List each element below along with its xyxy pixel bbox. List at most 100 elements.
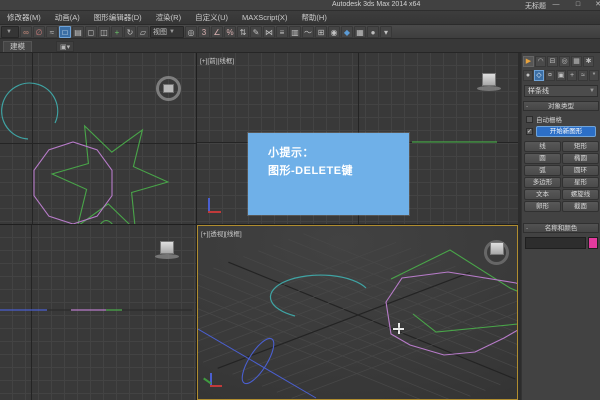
rectangular-selection-region-icon[interactable]: ◻ <box>85 26 97 38</box>
minimize-button[interactable]: — <box>548 0 564 10</box>
start-new-shape-checkbox[interactable]: ✓ <box>526 128 533 135</box>
panel-tab-hierarchy-icon[interactable]: ⊟ <box>547 56 558 67</box>
shape-buttons-grid: 线矩形圆椭圆弧圆环多边形星形文本螺旋线卵形截面 <box>524 141 599 212</box>
reference-coordinate-dropdown[interactable]: 视图▼ <box>150 26 184 38</box>
shape-category-dropdown[interactable]: 样条线 ▼ <box>524 85 598 97</box>
subcategory-shapes-icon[interactable]: ◇ <box>534 70 544 81</box>
subcategory-geometry-icon[interactable]: ● <box>523 70 533 81</box>
subcategory-space-warps-icon[interactable]: ≈ <box>578 70 588 81</box>
viewport-left[interactable] <box>0 225 196 400</box>
chevron-down-icon: ▼ <box>6 29 12 35</box>
panel-tab-motion-icon[interactable]: ◎ <box>559 56 570 67</box>
menu-modifiers[interactable]: 修改器(M) <box>0 12 48 23</box>
object-name-input[interactable] <box>525 237 586 249</box>
schematic-view-icon[interactable]: ⊞ <box>315 26 327 38</box>
menu-customize[interactable]: 自定义(U) <box>188 12 235 23</box>
rollout-name-and-color[interactable]: - 名称和颜色 <box>523 223 599 233</box>
arc-button[interactable]: 弧 <box>524 165 561 176</box>
section-button[interactable]: 截面 <box>562 201 599 212</box>
menu-graph-editors[interactable]: 图形编辑器(D) <box>87 12 149 23</box>
menu-maxscript[interactable]: MAXScript(X) <box>235 13 294 22</box>
viewcube-front[interactable] <box>482 73 496 86</box>
small-spline[interactable] <box>100 221 113 225</box>
ribbon-tab-modeling[interactable]: 建模 <box>3 41 32 52</box>
panel-tab-display-icon[interactable]: ▦ <box>571 56 582 67</box>
autogrid-checkbox[interactable] <box>526 116 533 123</box>
panel-tab-utilities-icon[interactable]: ✱ <box>583 56 594 67</box>
subcategory-helpers-icon[interactable]: + <box>567 70 577 81</box>
unlink-selection-icon[interactable]: ∅ <box>33 26 45 38</box>
rectangle-button[interactable]: 矩形 <box>562 141 599 152</box>
render-setup-icon[interactable]: ◆ <box>341 26 353 38</box>
polygon-spline-3d[interactable] <box>386 272 518 355</box>
create-subcategories: ●◇¤▣+≈* <box>523 70 599 81</box>
menu-rendering[interactable]: 渲染(R) <box>149 12 188 23</box>
menu-animation[interactable]: 动画(A) <box>48 12 87 23</box>
star-spline[interactable] <box>52 126 168 224</box>
layer-manager-icon[interactable]: ▥ <box>289 26 301 38</box>
axis-tripod <box>203 372 225 392</box>
select-and-scale-icon[interactable]: ▱ <box>137 26 149 38</box>
viewport-front-label[interactable]: [+][前][线框] <box>200 55 234 65</box>
text-button[interactable]: 文本 <box>524 189 561 200</box>
select-and-move-icon[interactable]: + <box>111 26 123 38</box>
select-and-rotate-icon[interactable]: ↻ <box>124 26 136 38</box>
ellipse-button[interactable]: 椭圆 <box>562 153 599 164</box>
toolbar-overflow-icon[interactable]: ▾ <box>380 26 392 38</box>
viewcube-left[interactable] <box>160 241 174 254</box>
subcategory-cameras-icon[interactable]: ▣ <box>556 70 566 81</box>
object-color-swatch[interactable] <box>588 237 598 249</box>
spinner-snap-toggle-icon[interactable]: ⇅ <box>237 26 249 38</box>
main-toolbar: ▼ ∞∅≈□▤◻◫+↻▱视图▼◎3∠%⇅✎⋈≡▥～⊞◉◆▦●▾ <box>0 25 600 39</box>
viewport-top[interactable] <box>0 53 196 224</box>
mirror-icon[interactable]: ⋈ <box>263 26 275 38</box>
ribbon-minimize-icon[interactable]: ▣▾ <box>56 41 74 52</box>
percent-snap-toggle-icon[interactable]: % <box>224 26 236 38</box>
perspective-grid <box>198 234 518 400</box>
selection-filter-dropdown[interactable]: ▼ <box>1 26 19 38</box>
menu-help[interactable]: 帮助(H) <box>294 12 333 23</box>
window-crossing-icon[interactable]: ◫ <box>98 26 110 38</box>
persp-grid-line <box>198 274 485 391</box>
viewport-perspective[interactable]: [+][透视][线框] <box>197 225 518 400</box>
use-pivot-point-center-icon[interactable]: ◎ <box>185 26 197 38</box>
edit-named-selection-sets-icon[interactable]: ✎ <box>250 26 262 38</box>
circle-spline[interactable] <box>2 83 58 139</box>
snap-toggle-3d-icon[interactable]: 3 <box>198 26 210 38</box>
rendered-frame-window-icon[interactable]: ▦ <box>354 26 366 38</box>
select-object-icon[interactable]: □ <box>59 26 71 38</box>
viewport-perspective-label[interactable]: [+][透视][线框] <box>201 228 242 238</box>
viewport-area: [+][前][线框] <box>0 53 518 400</box>
angle-snap-toggle-icon[interactable]: ∠ <box>211 26 223 38</box>
align-icon[interactable]: ≡ <box>276 26 288 38</box>
viewcube-face[interactable] <box>163 84 174 93</box>
subcategory-lights-icon[interactable]: ¤ <box>545 70 555 81</box>
egg-button[interactable]: 卵形 <box>524 201 561 212</box>
helix-button[interactable]: 螺旋线 <box>562 189 599 200</box>
line-button[interactable]: 线 <box>524 141 561 152</box>
ellipse-spline-3d[interactable] <box>237 334 280 388</box>
close-button[interactable]: ✕ <box>590 0 600 10</box>
panel-tab-create-icon[interactable]: ▶ <box>523 56 534 67</box>
start-new-shape-button[interactable]: 开始新图形 <box>536 126 596 137</box>
curve-editor-icon[interactable]: ～ <box>302 26 314 38</box>
viewcube-base <box>477 86 501 91</box>
tip-popup: 小提示： 图形-DELETE键 <box>248 133 409 215</box>
bind-to-space-warp-icon[interactable]: ≈ <box>46 26 58 38</box>
subcategory-systems-icon[interactable]: * <box>589 70 599 81</box>
material-editor-icon[interactable]: ◉ <box>328 26 340 38</box>
maximize-button[interactable]: □ <box>570 0 586 10</box>
ribbon-strip: 建模 ▣▾ <box>0 39 600 53</box>
star-button[interactable]: 星形 <box>562 177 599 188</box>
donut-button[interactable]: 圆环 <box>562 165 599 176</box>
polygon-button[interactable]: 多边形 <box>524 177 561 188</box>
select-and-link-icon[interactable]: ∞ <box>20 26 32 38</box>
render-production-icon[interactable]: ● <box>367 26 379 38</box>
circle-button[interactable]: 圆 <box>524 153 561 164</box>
select-by-name-icon[interactable]: ▤ <box>72 26 84 38</box>
viewcube-top[interactable] <box>156 76 181 101</box>
viewcube-cube[interactable] <box>490 242 504 255</box>
rollout-object-type[interactable]: - 对象类型 <box>523 101 599 111</box>
panel-tab-modify-icon[interactable]: ◠ <box>535 56 546 67</box>
chevron-down-icon: ▼ <box>169 29 175 35</box>
